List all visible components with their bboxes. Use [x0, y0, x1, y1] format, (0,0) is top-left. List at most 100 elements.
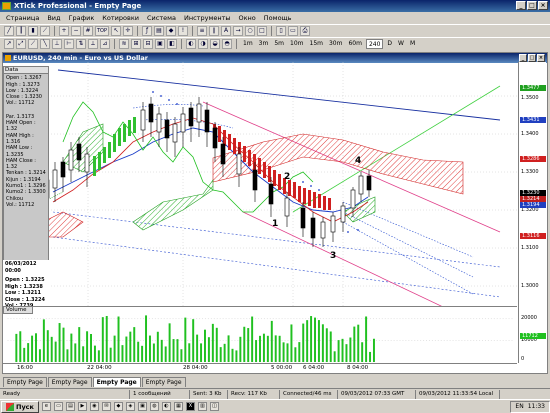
- status-messages[interactable]: 1 сообщений: [130, 389, 190, 399]
- volume-bar: [19, 331, 22, 363]
- cursor-icon[interactable]: ↖: [111, 26, 121, 36]
- rect-icon[interactable]: □: [257, 26, 267, 36]
- language-indicator[interactable]: EN: [515, 402, 523, 412]
- folder-icon[interactable]: ▤: [65, 402, 75, 411]
- zoom-out-icon[interactable]: −: [71, 26, 81, 36]
- tf-240[interactable]: 240: [365, 39, 384, 49]
- desktop-icon[interactable]: ▭: [53, 402, 63, 411]
- title-bar[interactable]: XTick Professional - Empty Page _ □ ×: [0, 0, 550, 12]
- tool-l-icon[interactable]: ⊟: [143, 39, 153, 49]
- page-tab[interactable]: Empty Page: [3, 377, 47, 387]
- tool-h-icon[interactable]: ⟂: [88, 39, 98, 49]
- app-a-icon[interactable]: ◆: [113, 402, 123, 411]
- tf-15m[interactable]: 15m: [308, 39, 325, 49]
- tool-q-icon[interactable]: ◒: [210, 39, 220, 49]
- menu-quotes[interactable]: Котировки: [102, 14, 139, 22]
- chart-minimize-button[interactable]: _: [519, 54, 527, 62]
- candles-tool-icon[interactable]: ▮: [28, 26, 38, 36]
- tf-w[interactable]: W: [396, 39, 406, 49]
- close-button[interactable]: ×: [538, 1, 548, 10]
- ellipse-icon[interactable]: ○: [245, 26, 255, 36]
- tool-f-icon[interactable]: ⊢: [64, 39, 74, 49]
- open-icon[interactable]: ▭: [288, 26, 298, 36]
- menu-view[interactable]: Вид: [47, 14, 60, 22]
- mail-icon[interactable]: ✉: [101, 402, 111, 411]
- new-page-icon[interactable]: ▯: [276, 26, 286, 36]
- bars-tool-icon[interactable]: ┃: [16, 26, 26, 36]
- tool-d-icon[interactable]: ╲: [40, 39, 50, 49]
- menu-system[interactable]: Система: [147, 14, 176, 22]
- chart-close-button[interactable]: ×: [537, 54, 545, 62]
- tf-d[interactable]: D: [385, 39, 394, 49]
- app-b-icon[interactable]: ◈: [125, 402, 135, 411]
- tf-10m[interactable]: 10m: [288, 39, 305, 49]
- tf-30m[interactable]: 30m: [327, 39, 344, 49]
- volume-bar: [227, 335, 230, 363]
- tf-m[interactable]: M: [408, 39, 417, 49]
- tool-m-icon[interactable]: ▣: [155, 39, 165, 49]
- template-icon[interactable]: ▤: [154, 26, 164, 36]
- start-button[interactable]: Пуск: [1, 400, 39, 413]
- tool-b-icon[interactable]: ⤢: [16, 39, 26, 49]
- indicator-icon[interactable]: ƒ: [142, 26, 152, 36]
- minimize-button[interactable]: _: [516, 1, 526, 10]
- tf-5m[interactable]: 5m: [272, 39, 286, 49]
- page-tabs: Empty Page Empty Page Empty Page Empty P…: [0, 376, 550, 387]
- tool-e-icon[interactable]: ⊥: [52, 39, 62, 49]
- xtick-taskbar-icon[interactable]: X: [185, 402, 195, 411]
- app-h-icon[interactable]: ◫: [209, 402, 219, 411]
- grid-icon[interactable]: #: [83, 26, 93, 36]
- menu-window[interactable]: Окно: [239, 14, 256, 22]
- app-f-icon[interactable]: ▦: [173, 402, 183, 411]
- print-icon[interactable]: ⎙: [300, 26, 310, 36]
- arrow-icon[interactable]: →: [233, 26, 243, 36]
- menu-help[interactable]: Помощь: [264, 14, 292, 22]
- page-tab-active[interactable]: Empty Page: [92, 377, 141, 387]
- volume-bar: [90, 334, 92, 363]
- tool-a-icon[interactable]: ↗: [4, 39, 14, 49]
- top-button[interactable]: TOP: [95, 26, 109, 36]
- trend-tool-icon[interactable]: ⟋: [40, 26, 50, 36]
- tool-n-icon[interactable]: ◧: [167, 39, 177, 49]
- price-chart[interactable]: [3, 62, 517, 306]
- tool-o-icon[interactable]: ◐: [186, 39, 196, 49]
- tool-g-icon[interactable]: ⇅: [76, 39, 86, 49]
- chat-icon[interactable]: ◉: [89, 402, 99, 411]
- page-tab[interactable]: Empty Page: [141, 377, 186, 387]
- alert-icon[interactable]: !: [178, 26, 188, 36]
- tool-r-icon[interactable]: ◓: [222, 39, 232, 49]
- channel-icon[interactable]: ∥: [209, 26, 219, 36]
- volume-bar: [50, 336, 53, 363]
- app-e-icon[interactable]: ◐: [161, 402, 171, 411]
- menu-page[interactable]: Страница: [6, 14, 39, 22]
- tool-c-icon[interactable]: ⟋: [28, 39, 38, 49]
- tf-1m[interactable]: 1m: [241, 39, 255, 49]
- x-tick: 16:00: [17, 365, 33, 371]
- chart-maximize-button[interactable]: □: [528, 54, 536, 62]
- tf-3m[interactable]: 3m: [257, 39, 271, 49]
- text-icon[interactable]: A: [221, 26, 231, 36]
- media-icon[interactable]: ▶: [77, 402, 87, 411]
- color-icon[interactable]: ◆: [166, 26, 176, 36]
- app-g-icon[interactable]: ▥: [197, 402, 207, 411]
- volume-bar: [278, 335, 281, 363]
- volume-bar: [46, 330, 49, 363]
- menu-chart[interactable]: График: [69, 14, 95, 22]
- y-tick: 1.3000: [521, 283, 539, 289]
- menu-tools[interactable]: Инструменты: [184, 14, 231, 22]
- tool-k-icon[interactable]: ⊞: [131, 39, 141, 49]
- crosshair-icon[interactable]: ✛: [123, 26, 133, 36]
- fib-icon[interactable]: ≡: [197, 26, 207, 36]
- tf-60m[interactable]: 60m: [346, 39, 363, 49]
- app-c-icon[interactable]: ▣: [137, 402, 147, 411]
- app-d-icon[interactable]: ◍: [149, 402, 159, 411]
- zoom-in-icon[interactable]: +: [59, 26, 69, 36]
- volume-chart[interactable]: [3, 306, 517, 363]
- tool-p-icon[interactable]: ◑: [198, 39, 208, 49]
- maximize-button[interactable]: □: [527, 1, 537, 10]
- tool-i-icon[interactable]: ⊿: [100, 39, 110, 49]
- line-tool-icon[interactable]: ╱: [4, 26, 14, 36]
- ie-icon[interactable]: e: [41, 402, 51, 411]
- page-tab[interactable]: Empty Page: [47, 377, 92, 387]
- tool-j-icon[interactable]: ≋: [119, 39, 129, 49]
